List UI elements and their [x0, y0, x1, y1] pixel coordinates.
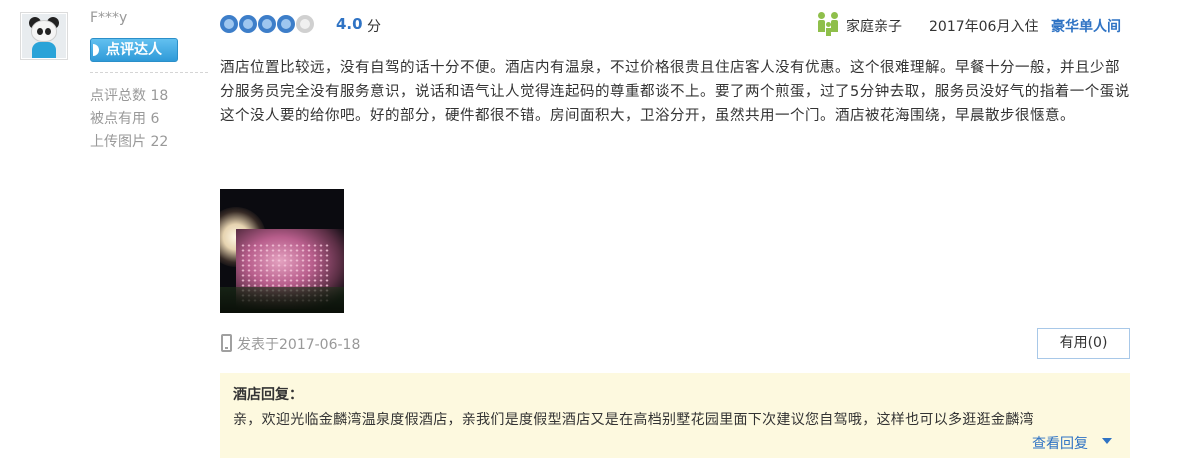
badge-notch	[93, 44, 99, 56]
family-icon	[818, 12, 840, 36]
username[interactable]: F***y	[90, 10, 127, 26]
rating-circle-icon	[220, 15, 238, 33]
caret-down-icon[interactable]	[1102, 438, 1112, 444]
post-date: 发表于2017-06-18	[237, 337, 361, 353]
avatar	[22, 14, 66, 58]
stat-value: 18	[150, 88, 169, 104]
family-icon-child-body	[826, 28, 831, 36]
stat-label: 被点有用	[90, 111, 146, 127]
user-avatar-frame[interactable]	[20, 12, 68, 60]
view-reply-link[interactable]: 查看回复	[1032, 433, 1088, 453]
rating-circle-icon	[277, 15, 295, 33]
stat-label: 上传图片	[90, 134, 146, 150]
stat-photo-count: 上传图片 22	[90, 131, 168, 151]
panda-eye-left	[37, 28, 43, 35]
rating-score-unit: 分	[367, 19, 381, 35]
rating-circle-empty-icon	[296, 15, 314, 33]
stat-value: 22	[150, 134, 169, 150]
review-text: 酒店位置比较远，没有自驾的话十分不便。酒店内有温泉，不过价格很贵且住店客人没有优…	[220, 60, 1130, 124]
family-icon-adult-body	[818, 20, 825, 32]
family-icon-adult-body	[831, 20, 838, 32]
rating-circle-icon	[239, 15, 257, 33]
hotel-reply-title: 酒店回复：	[233, 387, 303, 403]
mobile-phone-icon	[221, 334, 232, 352]
photo-foreground	[220, 287, 344, 313]
stat-value: 6	[150, 111, 160, 127]
sidebar-divider	[90, 72, 208, 73]
family-icon-child-head	[826, 22, 831, 27]
rating-circles	[220, 15, 314, 33]
review-photo[interactable]	[220, 189, 344, 313]
rating-circle-icon	[258, 15, 276, 33]
stat-review-count: 点评总数 18	[90, 85, 168, 105]
family-icon-adult-head	[831, 12, 838, 19]
family-icon-adult-head	[818, 12, 825, 19]
stat-label: 点评总数	[90, 88, 146, 104]
stat-helpful-count: 被点有用 6	[90, 108, 159, 128]
room-type-link[interactable]: 豪华单人间	[1051, 16, 1121, 36]
badge-label: 点评达人	[106, 42, 162, 58]
hotel-reply-text: 亲，欢迎光临金麟湾温泉度假酒店，亲我们是度假型酒店又是在高档别墅花园里面下次建议…	[233, 412, 1034, 428]
hotel-reply-box: 酒店回复： 亲，欢迎光临金麟湾温泉度假酒店，亲我们是度假型酒店又是在高档别墅花园…	[220, 373, 1130, 458]
panda-body	[32, 42, 56, 58]
reviewer-badge: 点评达人	[90, 38, 178, 62]
useful-button[interactable]: 有用(0)	[1037, 328, 1130, 359]
rating-score: 4.0	[336, 15, 363, 33]
panda-head	[31, 20, 57, 42]
checkin-date: 2017年06月入住	[929, 19, 1039, 35]
panda-eye-right	[45, 28, 51, 35]
trip-type: 家庭亲子	[846, 19, 902, 35]
